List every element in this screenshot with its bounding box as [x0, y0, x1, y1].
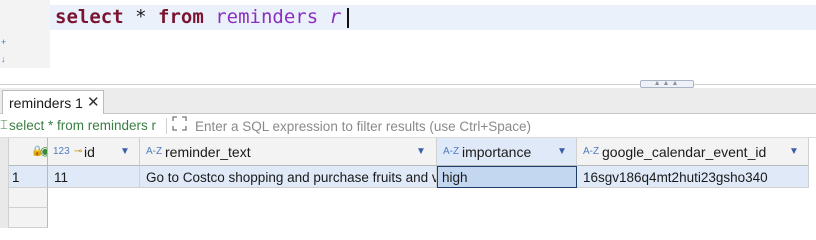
filter-expression-input[interactable]	[192, 116, 798, 136]
column-label: importance	[462, 144, 532, 160]
chevron-down-icon[interactable]: ▼	[789, 142, 799, 162]
table-cell-importance[interactable]: high	[437, 166, 577, 188]
row-number[interactable]: 1	[9, 166, 48, 188]
text-type-icon: A-Z	[146, 146, 163, 157]
sql-code-line[interactable]: select * from reminders r	[55, 5, 350, 30]
sql-keyword-from: from	[158, 6, 204, 28]
chevron-down-icon[interactable]: ▼	[416, 142, 426, 162]
filter-divider	[166, 118, 167, 134]
tab-reminders-1[interactable]: reminders 1 ✕	[2, 90, 104, 114]
table-cell-google-calendar-event-id[interactable]: 16sgv186q4mt2huti23gsho340	[577, 166, 809, 188]
column-header-importance[interactable]: A-Z importance ▼	[437, 138, 577, 166]
text-type-icon: A-Z	[583, 146, 600, 157]
source-query-text: select * from reminders r	[9, 118, 157, 133]
row-header-corner[interactable]: 🔒 ◉	[9, 138, 48, 166]
grid-side-panel	[0, 138, 9, 228]
sql-star: *	[135, 6, 147, 28]
tab-label: reminders 1	[9, 95, 83, 111]
text-caret	[347, 7, 350, 28]
query-icon: ⌶	[0, 117, 8, 132]
target-icon: ◉	[40, 141, 47, 161]
results-tab-bar: reminders 1 ✕	[0, 88, 816, 114]
close-icon[interactable]: ✕	[87, 93, 100, 111]
expand-editor-icon[interactable]	[172, 116, 188, 132]
sql-alias: r	[329, 6, 342, 28]
gutter-marker-icon: +	[1, 37, 7, 47]
filter-bar: ⌶ select * from reminders r	[0, 114, 816, 138]
column-label: google_calendar_event_id	[602, 144, 767, 160]
sql-editor[interactable]: + ↓ select * from reminders r	[0, 0, 816, 68]
text-type-icon: A-Z	[443, 146, 460, 157]
key-icon: ⊸	[74, 146, 83, 157]
splitter-handle-icon[interactable]: ▲▲▲	[640, 80, 694, 88]
chevron-down-icon[interactable]: ▼	[557, 142, 567, 162]
results-grid: 🔒 ◉ 123 ⊸ id ▼ A-Z reminder_text ▼ A-Z i…	[0, 138, 816, 228]
column-header-reminder-text[interactable]: A-Z reminder_text ▼	[140, 138, 437, 166]
sql-keyword-select: select	[55, 6, 124, 28]
empty-row-number	[9, 208, 48, 228]
chevron-down-icon[interactable]: ▼	[120, 142, 130, 162]
empty-row-number	[9, 188, 48, 208]
numeric-type-icon: 123	[53, 146, 70, 157]
column-label: id	[84, 144, 95, 160]
column-header-google-calendar-event-id[interactable]: A-Z google_calendar_event_id ▼	[577, 138, 809, 166]
table-cell-reminder-text[interactable]: Go to Costco shopping and purchase fruit…	[140, 166, 437, 188]
column-label: reminder_text	[165, 144, 251, 160]
sql-table-name: reminders	[215, 6, 319, 28]
gutter-marker-icon: ↓	[1, 54, 6, 64]
column-header-id[interactable]: 123 ⊸ id ▼	[48, 138, 140, 166]
table-cell-id[interactable]: 11	[48, 166, 140, 188]
editor-gutter: + ↓	[0, 0, 50, 68]
